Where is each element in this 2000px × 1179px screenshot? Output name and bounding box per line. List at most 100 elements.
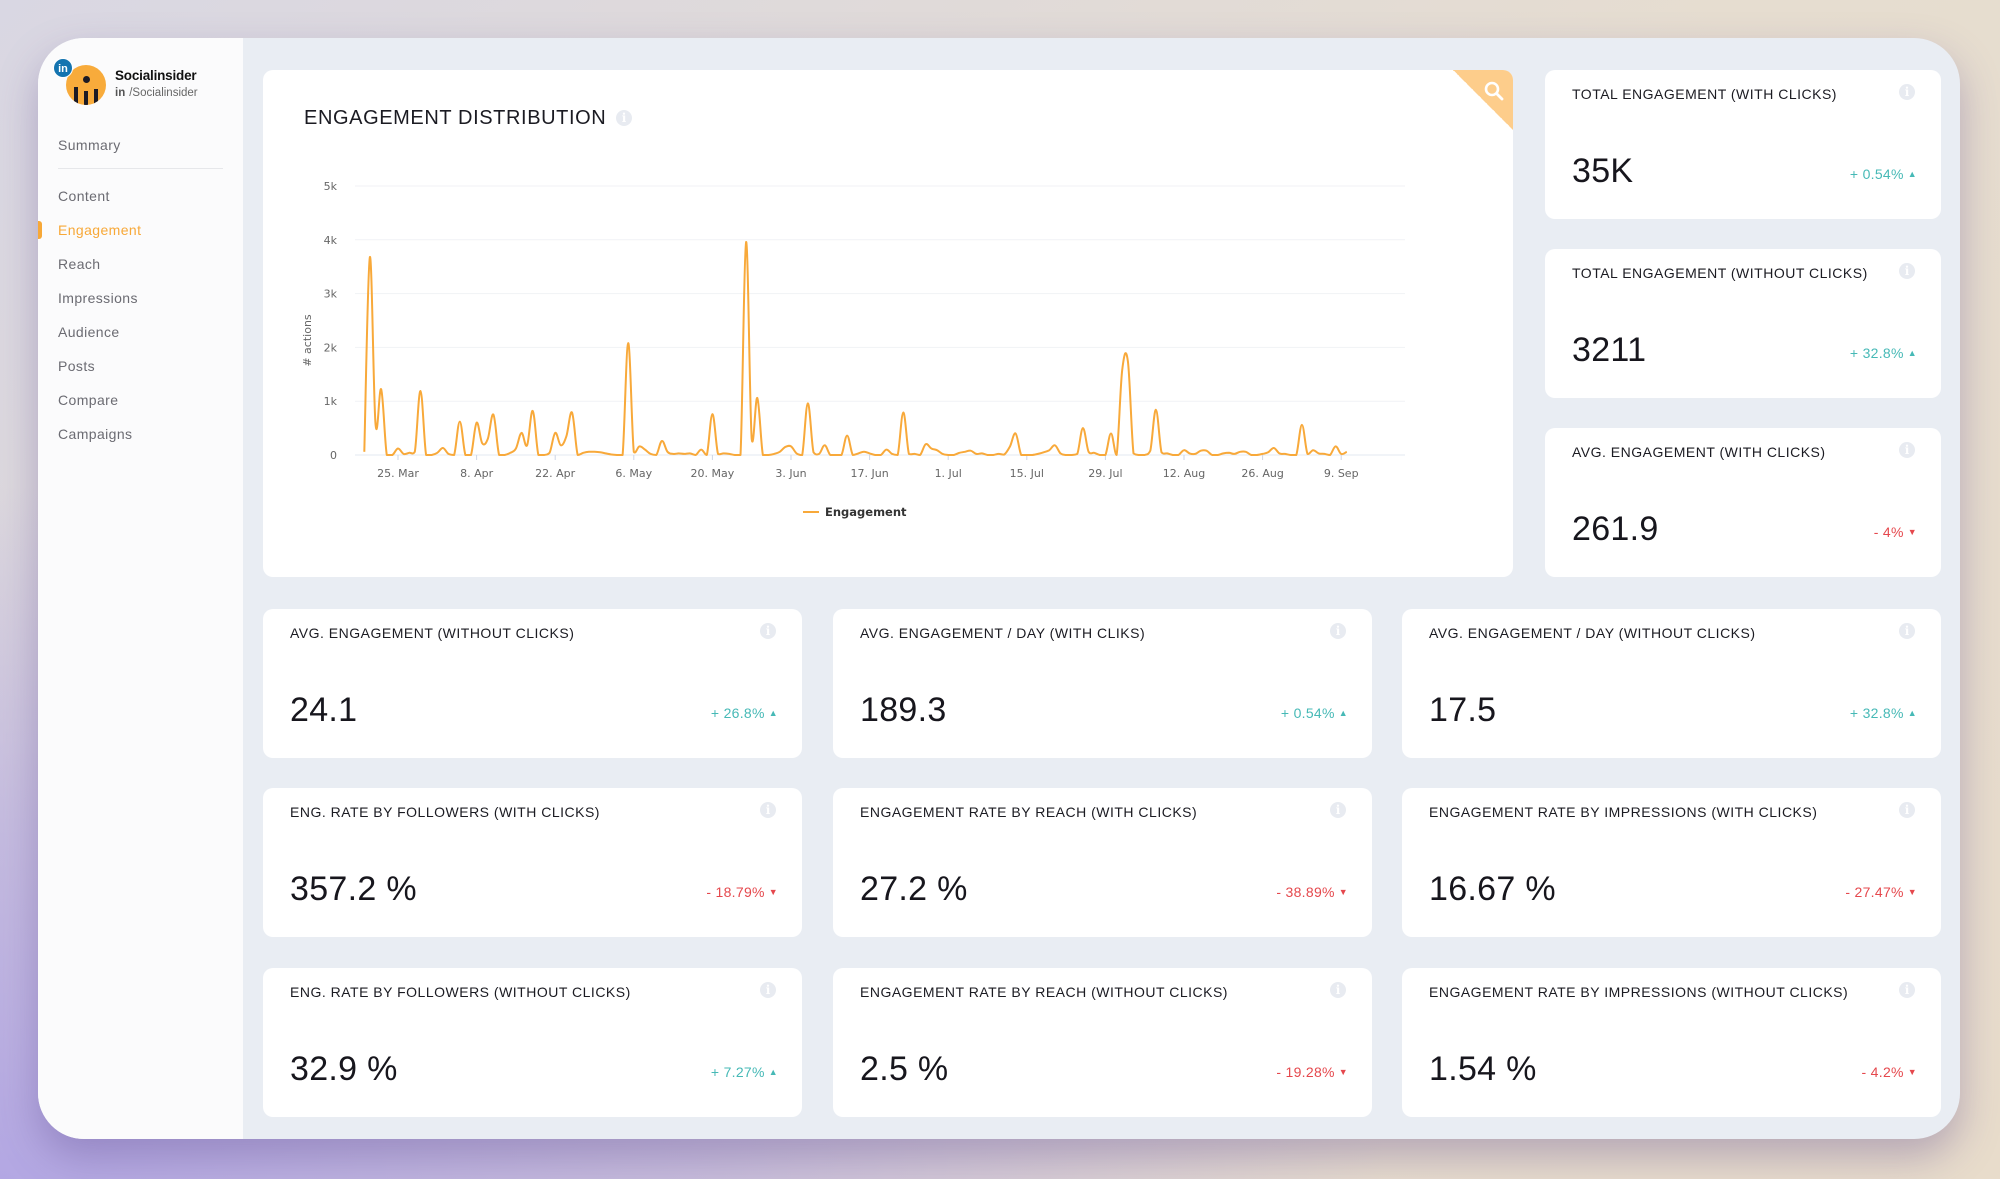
sidebar-item-audience[interactable]: Audience xyxy=(38,315,243,349)
search-icon xyxy=(1484,81,1504,101)
info-icon[interactable]: i xyxy=(1330,802,1346,818)
app-window: in Socialinsider in/Socialinsider Summar… xyxy=(38,38,1960,1139)
kpi-value: 1.54 % xyxy=(1429,1050,1537,1088)
kpi-delta-text: - 27.47% xyxy=(1845,884,1904,900)
kpi-delta-text: + 0.54% xyxy=(1280,705,1335,721)
series-line-engagement xyxy=(363,240,1348,456)
sidebar: in Socialinsider in/Socialinsider Summar… xyxy=(38,38,243,1139)
avatar-logo-bar xyxy=(84,91,88,105)
info-icon[interactable]: i xyxy=(616,110,633,126)
info-icon[interactable]: i xyxy=(1899,442,1915,458)
linkedin-small-icon: in xyxy=(115,87,126,99)
kpi-label: ENGAGEMENT RATE BY REACH (WITH CLICKS) xyxy=(860,804,1198,820)
y-tick-label: 2k xyxy=(324,341,338,354)
kpi-card-engagement-rate-by-impressions-without-clicks: ENGAGEMENT RATE BY IMPRESSIONS (WITHOUT … xyxy=(1402,968,1941,1117)
x-tick-label: 8. Apr xyxy=(460,467,493,480)
x-tick-label: 29. Jul xyxy=(1088,467,1122,480)
trend-down-icon: ▼ xyxy=(1338,887,1348,897)
kpi-card-total-engagement-with-clicks: TOTAL ENGAGEMENT (WITH CLICKS) i 35K + 0… xyxy=(1545,70,1941,219)
kpi-delta: - 27.47% ▼ xyxy=(1845,884,1917,900)
info-icon[interactable]: i xyxy=(760,982,776,998)
kpi-delta-text: - 19.28% xyxy=(1276,1064,1335,1080)
kpi-delta-text: - 38.89% xyxy=(1276,884,1335,900)
trend-down-icon: ▼ xyxy=(1907,527,1917,537)
kpi-label: TOTAL ENGAGEMENT (WITH CLICKS) xyxy=(1572,86,1837,102)
kpi-card-engagement-rate-by-impressions-with-clicks: ENGAGEMENT RATE BY IMPRESSIONS (WITH CLI… xyxy=(1402,788,1941,937)
brand-handle-text: /Socialinsider xyxy=(129,87,198,99)
x-tick-label: 15. Jul xyxy=(1010,467,1044,480)
brand-header[interactable]: in Socialinsider in/Socialinsider xyxy=(48,48,238,108)
trend-up-icon: ▲ xyxy=(1907,708,1917,718)
kpi-label: ENG. RATE BY FOLLOWERS (WITHOUT CLICKS) xyxy=(290,984,631,1000)
y-tick-label: 1k xyxy=(324,395,338,408)
x-tick-label: 12. Aug xyxy=(1163,467,1205,480)
info-icon[interactable]: i xyxy=(1899,263,1915,279)
y-tick-label: 4k xyxy=(324,234,338,247)
info-icon[interactable]: i xyxy=(1330,623,1346,639)
kpi-label: ENGAGEMENT RATE BY IMPRESSIONS (WITH CLI… xyxy=(1429,804,1818,820)
sidebar-item-impressions[interactable]: Impressions xyxy=(38,281,243,315)
x-tick-label: 1. Jul xyxy=(935,467,962,480)
kpi-delta: - 38.89% ▼ xyxy=(1276,884,1348,900)
trend-down-icon: ▼ xyxy=(768,887,778,897)
info-icon[interactable]: i xyxy=(760,802,776,818)
sidebar-item-posts[interactable]: Posts xyxy=(38,349,243,383)
kpi-value: 27.2 % xyxy=(860,870,968,908)
kpi-value: 189.3 xyxy=(860,691,947,729)
kpi-card-engagement-rate-by-reach-without-clicks: ENGAGEMENT RATE BY REACH (WITHOUT CLICKS… xyxy=(833,968,1372,1117)
x-tick-label: 17. Jun xyxy=(851,467,889,480)
kpi-value: 35K xyxy=(1572,152,1634,190)
kpi-delta-text: + 0.54% xyxy=(1849,166,1904,182)
sidebar-item-content[interactable]: Content xyxy=(38,179,243,213)
legend-label: Engagement xyxy=(825,505,907,519)
info-icon[interactable]: i xyxy=(1330,982,1346,998)
kpi-delta: + 7.27% ▲ xyxy=(711,1064,778,1080)
sidebar-item-compare[interactable]: Compare xyxy=(38,383,243,417)
engagement-chart: 0 1k 2k 3k 4k 5k # actions 25. Mar 8. Apr 22. Apr… xyxy=(301,180,1405,519)
kpi-value: 17.5 xyxy=(1429,691,1497,729)
info-icon[interactable]: i xyxy=(1899,802,1915,818)
zoom-search-button[interactable] xyxy=(1453,70,1513,130)
kpi-label: ENGAGEMENT RATE BY REACH (WITHOUT CLICKS… xyxy=(860,984,1228,1000)
kpi-label: AVG. ENGAGEMENT / DAY (WITH CLIKS) xyxy=(860,625,1146,641)
trend-up-icon: ▲ xyxy=(1907,169,1917,179)
x-tick-label: 22. Apr xyxy=(535,467,575,480)
sidebar-item-engagement[interactable]: Engagement xyxy=(38,213,243,247)
kpi-card-eng-rate-by-followers-with-clicks: ENG. RATE BY FOLLOWERS (WITH CLICKS) i 3… xyxy=(263,788,802,937)
sidebar-item-summary[interactable]: Summary xyxy=(38,128,243,162)
y-tick-label: 5k xyxy=(324,180,338,193)
info-icon[interactable]: i xyxy=(760,623,776,639)
info-icon[interactable]: i xyxy=(1899,982,1915,998)
sidebar-item-reach[interactable]: Reach xyxy=(38,247,243,281)
chart-title: ENGAGEMENT DISTRIBUTION i xyxy=(304,107,633,130)
kpi-card-avg-engagement-without-clicks: AVG. ENGAGEMENT (WITHOUT CLICKS) i 24.1 … xyxy=(263,609,802,758)
chart-title-text: ENGAGEMENT DISTRIBUTION xyxy=(304,107,607,129)
kpi-delta: - 4.2% ▼ xyxy=(1862,1064,1917,1080)
kpi-label: AVG. ENGAGEMENT (WITH CLICKS) xyxy=(1572,444,1826,460)
kpi-value: 357.2 % xyxy=(290,870,417,908)
linkedin-icon: in xyxy=(53,58,73,78)
kpi-delta: + 26.8% ▲ xyxy=(711,705,778,721)
y-tick-label: 3k xyxy=(324,288,338,301)
avatar-logo-bar xyxy=(74,87,78,105)
kpi-delta: + 32.8% ▲ xyxy=(1850,705,1917,721)
kpi-label: AVG. ENGAGEMENT (WITHOUT CLICKS) xyxy=(290,625,575,641)
kpi-value: 24.1 xyxy=(290,691,358,729)
kpi-value: 32.9 % xyxy=(290,1050,398,1088)
kpi-delta: - 19.28% ▼ xyxy=(1276,1064,1348,1080)
kpi-delta: + 0.54% ▲ xyxy=(1281,705,1348,721)
info-icon[interactable]: i xyxy=(1899,84,1915,100)
kpi-value: 2.5 % xyxy=(860,1050,949,1088)
info-icon[interactable]: i xyxy=(1899,623,1915,639)
x-tick-label: 3. Jun xyxy=(775,467,806,480)
avatar-logo-bar xyxy=(94,89,98,105)
sidebar-item-campaigns[interactable]: Campaigns xyxy=(38,417,243,451)
kpi-delta-text: - 18.79% xyxy=(706,884,765,900)
kpi-label: ENGAGEMENT RATE BY IMPRESSIONS (WITHOUT … xyxy=(1429,984,1849,1000)
sidebar-nav: Summary Content Engagement Reach Impress… xyxy=(38,128,243,451)
kpi-delta: - 4% ▼ xyxy=(1874,524,1917,540)
trend-down-icon: ▼ xyxy=(1907,887,1917,897)
kpi-delta: - 18.79% ▼ xyxy=(706,884,778,900)
kpi-value: 16.67 % xyxy=(1429,870,1556,908)
kpi-delta-text: + 32.8% xyxy=(1849,345,1904,361)
